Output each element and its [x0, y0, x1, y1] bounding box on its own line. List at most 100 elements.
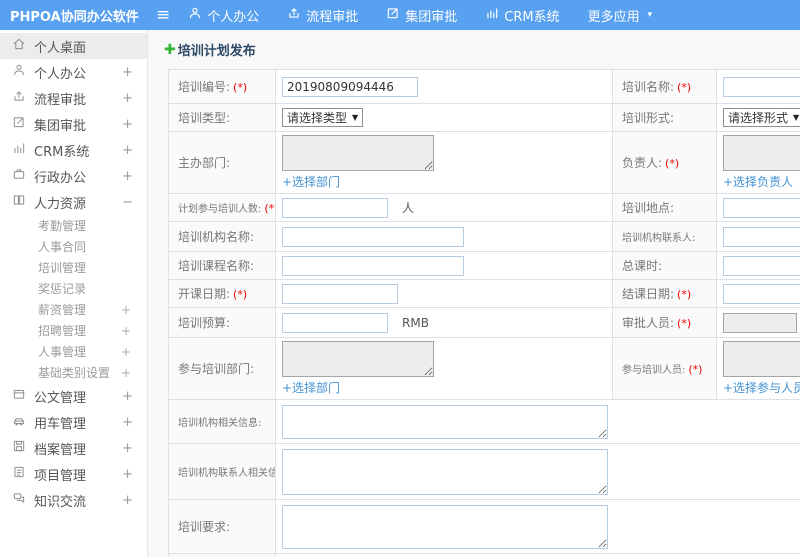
expand-toggle[interactable]: +	[122, 493, 133, 508]
sidebar-item-label: 流程审批	[34, 92, 87, 108]
total-hours-input[interactable]	[723, 255, 800, 276]
chevron-down-icon: ▼	[793, 113, 800, 122]
expand-toggle[interactable]: +	[121, 345, 131, 359]
org-contact-input[interactable]	[723, 226, 800, 247]
nav-crm-system[interactable]: CRM系统	[485, 6, 560, 25]
sidebar-item-knowledge[interactable]: 知识交流 +	[0, 487, 147, 513]
form-row: 主办部门: +选择部门 负责人: (*) +选择负责人	[168, 131, 800, 194]
sidebar-item-project[interactable]: 项目管理 +	[0, 461, 147, 487]
sidebar-subitem-hr-contract[interactable]: 人事合同	[0, 236, 147, 257]
budget-input[interactable]	[282, 312, 388, 333]
sidebar-item-documents[interactable]: 公文管理 +	[0, 383, 147, 409]
book-icon	[12, 193, 34, 211]
sidebar-item-flow-approval[interactable]: 流程审批 +	[0, 85, 147, 111]
start-date-input[interactable]	[282, 283, 398, 304]
form-row: 培训编号:(*) 培训名称:(*)	[168, 69, 800, 104]
expand-toggle[interactable]: +	[122, 117, 133, 132]
expand-toggle[interactable]: +	[122, 415, 133, 430]
expand-toggle[interactable]: +	[121, 366, 131, 380]
sidebar-item-label: 行政办公	[34, 170, 87, 186]
location-input[interactable]	[723, 197, 800, 218]
expand-toggle[interactable]: +	[122, 143, 133, 158]
training-type-select[interactable]: 请选择类型 ▼	[282, 108, 364, 127]
app-logo: PHPOA协同办公软件	[10, 9, 139, 25]
notebook-icon	[12, 465, 34, 483]
join-people-box[interactable]	[723, 341, 800, 377]
sidebar-item-archive[interactable]: 档案管理 +	[0, 435, 147, 461]
required-mark: (*)	[677, 288, 692, 301]
sidebar-item-label: 公文管理	[34, 390, 87, 406]
required-mark: (*)	[677, 81, 692, 94]
chevron-down-icon: ▾	[647, 10, 653, 20]
end-date-input[interactable]	[723, 283, 800, 304]
sidebar-subitem-rewards[interactable]: 奖惩记录	[0, 278, 147, 299]
sidebar-subitem-label: 考勤管理	[38, 219, 87, 233]
sidebar-subitem-label: 薪资管理	[38, 303, 87, 317]
hamburger-menu-icon[interactable]: ≡	[156, 6, 170, 24]
sidebar-subitem-training[interactable]: 培训管理	[0, 257, 147, 278]
sidebar-subitem-label: 人事管理	[38, 345, 87, 359]
sidebar-item-hr[interactable]: 人力资源 −	[0, 189, 147, 215]
requirement-textarea[interactable]	[282, 504, 608, 549]
field-label: 培训要求:	[168, 499, 276, 554]
chart-icon	[485, 6, 499, 24]
form-row: 参与培训部门: +选择部门 参与培训人员: (*) +选择参与人员	[168, 337, 800, 400]
expand-toggle[interactable]: +	[122, 169, 133, 184]
planned-count-input[interactable]	[282, 197, 388, 218]
form-row: 培训机构名称: 培训机构联系人:	[168, 221, 800, 252]
nav-label: 集团审批	[405, 9, 458, 25]
field-label: 参与培训部门:	[168, 337, 276, 400]
course-name-input[interactable]	[282, 255, 464, 276]
sidebar-item-group-approval[interactable]: 集团审批 +	[0, 111, 147, 137]
leader-box[interactable]	[723, 135, 800, 171]
unit-label: RMB	[402, 315, 429, 330]
nav-more-apps[interactable]: 更多应用 ▾	[588, 6, 653, 25]
sidebar-item-personal-office[interactable]: 个人办公 +	[0, 59, 147, 85]
sidebar-submenu-hr: 考勤管理 人事合同 培训管理 奖惩记录 薪资管理 + 招聘管理 + 人事管理 +…	[0, 215, 147, 383]
sidebar-item-admin-office[interactable]: 行政办公 +	[0, 163, 147, 189]
field-label: 培训机构名称:	[168, 221, 276, 252]
expand-toggle[interactable]: +	[121, 324, 131, 338]
collapse-toggle[interactable]: −	[122, 195, 133, 210]
nav-group-approval[interactable]: 集团审批	[386, 6, 457, 25]
select-join-dept-link[interactable]: +选择部门	[282, 379, 340, 396]
sidebar-subitem-attendance[interactable]: 考勤管理	[0, 215, 147, 236]
expand-toggle[interactable]: +	[122, 389, 133, 404]
field-label: 附件文档:	[168, 553, 276, 557]
sidebar-subitem-personnel[interactable]: 人事管理 +	[0, 341, 147, 362]
select-dept-link[interactable]: +选择部门	[282, 173, 340, 190]
training-name-input[interactable]	[723, 76, 800, 97]
form-row: 培训机构相关信息:	[168, 399, 800, 444]
expand-toggle[interactable]: +	[122, 91, 133, 106]
org-name-input[interactable]	[282, 226, 464, 247]
select-leader-link[interactable]: +选择负责人	[723, 173, 793, 190]
required-mark: (*)	[665, 157, 680, 170]
approver-input[interactable]	[723, 312, 797, 333]
org-info-textarea[interactable]	[282, 404, 608, 439]
form-row: 培训机构联系人相关信息:	[168, 443, 800, 500]
sidebar-subitem-salary[interactable]: 薪资管理 +	[0, 299, 147, 320]
sidebar-item-crm[interactable]: CRM系统 +	[0, 137, 147, 163]
form-row: 计划参与培训人数:(*) 人 培训地点:	[168, 193, 800, 222]
training-no-input[interactable]	[282, 76, 418, 97]
nav-flow-approval[interactable]: 流程审批	[287, 6, 358, 25]
nav-personal-office[interactable]: 个人办公	[188, 6, 259, 25]
expand-toggle[interactable]: +	[122, 65, 133, 80]
expand-toggle[interactable]: +	[122, 441, 133, 456]
folder-icon	[12, 387, 34, 405]
expand-toggle[interactable]: +	[122, 467, 133, 482]
sidebar-item-vehicle[interactable]: 用车管理 +	[0, 409, 147, 435]
sidebar-subitem-recruit[interactable]: 招聘管理 +	[0, 320, 147, 341]
select-join-people-link[interactable]: +选择参与人员	[723, 379, 800, 396]
plus-icon: ✚	[164, 41, 176, 58]
field-label: 培训预算:	[168, 307, 276, 338]
training-mode-select[interactable]: 请选择形式 ▼	[723, 108, 800, 127]
form-row: 开课日期: (*) 结课日期: (*)	[168, 279, 800, 308]
host-dept-box[interactable]	[282, 135, 434, 171]
sidebar-item-desktop[interactable]: 个人桌面	[0, 33, 147, 59]
sidebar-subitem-base-category[interactable]: 基础类别设置 +	[0, 362, 147, 383]
org-contact-info-textarea[interactable]	[282, 448, 608, 495]
expand-toggle[interactable]: +	[121, 303, 131, 317]
join-dept-box[interactable]	[282, 341, 434, 377]
field-label: 计划参与培训人数:(*)	[168, 193, 276, 222]
